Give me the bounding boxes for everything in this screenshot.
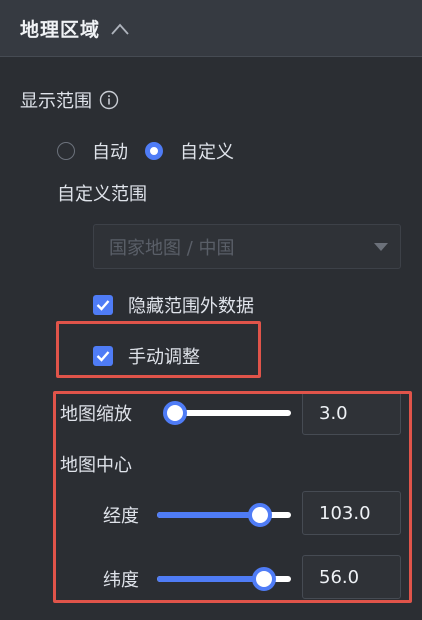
- slider-thumb[interactable]: [248, 503, 273, 527]
- latitude-row: 纬度: [103, 566, 139, 592]
- display-range-label: 显示范围: [20, 91, 92, 112]
- hide-outside-checkbox-row[interactable]: 隐藏范围外数据: [93, 292, 254, 318]
- slider-thumb[interactable]: [252, 567, 277, 591]
- longitude-input[interactable]: 103.0: [302, 491, 401, 535]
- range-mode-radio-group: 自动 自定义: [57, 138, 234, 164]
- slider-fill: [157, 576, 265, 582]
- hide-outside-label: 隐藏范围外数据: [128, 296, 254, 317]
- check-icon: [96, 351, 110, 362]
- manual-adjust-checkbox[interactable]: [93, 346, 113, 366]
- latitude-slider[interactable]: [157, 567, 291, 591]
- display-range-row: 显示范围: [20, 87, 119, 113]
- map-zoom-slider[interactable]: [163, 401, 291, 425]
- map-center-label: 地图中心: [60, 455, 132, 476]
- hide-outside-checkbox[interactable]: [93, 295, 113, 315]
- manual-adjust-checkbox-row[interactable]: 手动调整: [93, 343, 200, 369]
- geo-region-panel: 地理区域 显示范围 自动 自定义 自定义范围 国家地图 / 中国 隐藏范围外数据…: [0, 0, 422, 620]
- slider-thumb[interactable]: [163, 401, 187, 425]
- caret-down-icon: [374, 243, 388, 251]
- map-zoom-label: 地图缩放: [60, 404, 132, 425]
- check-icon: [96, 300, 110, 311]
- slider-track: [175, 410, 291, 416]
- radio-custom[interactable]: [145, 142, 163, 160]
- radio-custom-label: 自定义: [180, 142, 234, 163]
- map-center-row: 地图中心: [60, 451, 132, 477]
- slider-fill: [157, 512, 261, 518]
- map-zoom-row: 地图缩放: [60, 400, 132, 426]
- custom-range-select-value: 国家地图 / 中国: [109, 237, 235, 259]
- map-zoom-input[interactable]: 3.0: [302, 391, 401, 435]
- custom-range-row: 自定义范围: [57, 180, 147, 206]
- longitude-label: 经度: [103, 506, 139, 527]
- latitude-input[interactable]: 56.0: [302, 555, 401, 599]
- custom-range-select[interactable]: 国家地图 / 中国: [93, 224, 401, 269]
- radio-auto-label: 自动: [92, 142, 128, 163]
- chevron-up-icon[interactable]: [110, 22, 130, 36]
- info-icon[interactable]: [99, 90, 119, 110]
- radio-auto[interactable]: [57, 142, 75, 160]
- section-title: 地理区域: [20, 18, 101, 41]
- manual-adjust-label: 手动调整: [128, 347, 200, 368]
- custom-range-label: 自定义范围: [57, 184, 147, 205]
- latitude-label: 纬度: [103, 570, 139, 591]
- section-header[interactable]: 地理区域: [0, 0, 422, 57]
- longitude-slider[interactable]: [157, 503, 291, 527]
- longitude-row: 经度: [103, 502, 139, 528]
